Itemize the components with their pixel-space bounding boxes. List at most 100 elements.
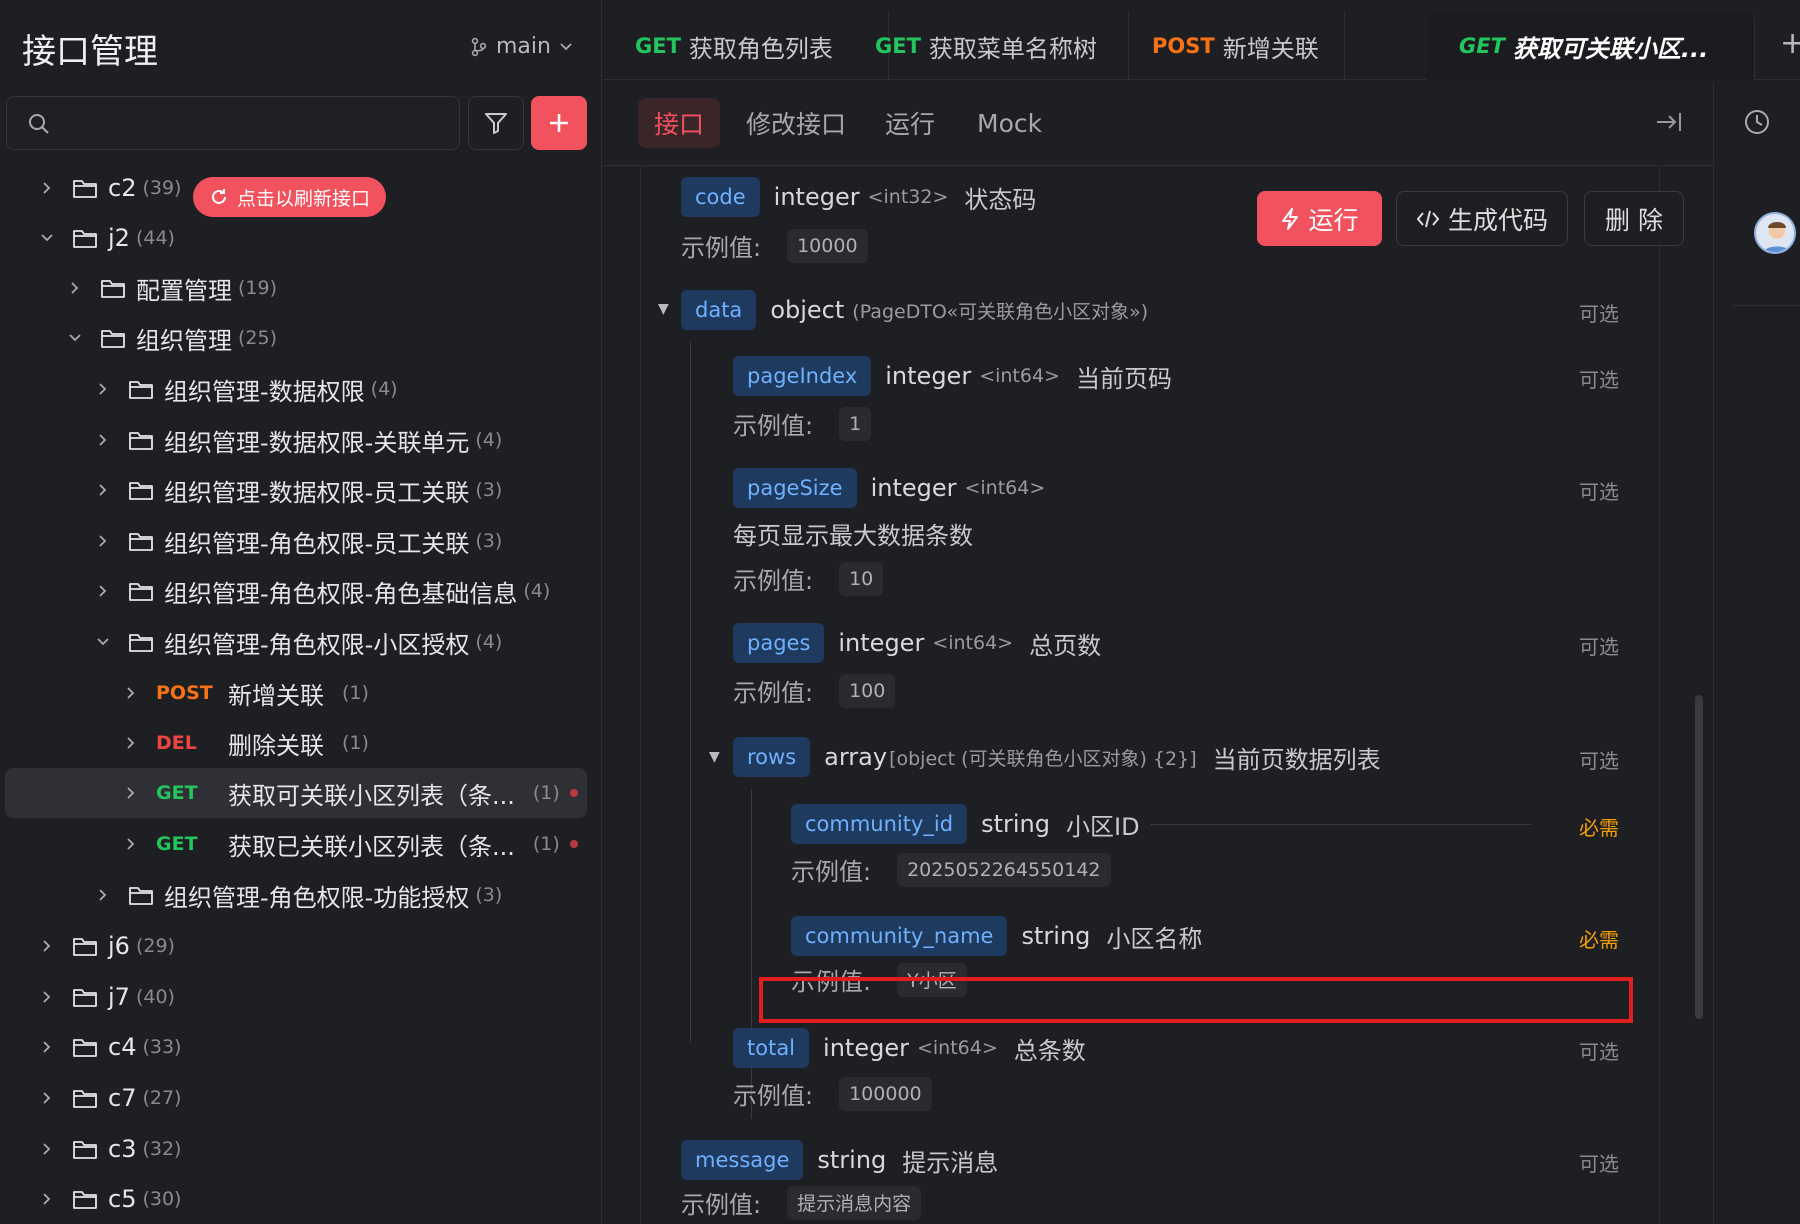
chevron-right-icon[interactable]	[40, 939, 54, 953]
field-description: 每页显示最大数据条数	[733, 522, 973, 550]
tree-api-item[interactable]: DEL 删除关联 (1)	[0, 718, 602, 768]
field-description: 状态码	[964, 185, 1037, 214]
example-row: 示例值: 1	[733, 406, 872, 441]
tree-folder-item[interactable]: c3 (32)	[0, 1124, 602, 1174]
tree-folder-item[interactable]: 组织管理 (25)	[0, 313, 602, 363]
chevron-right-icon[interactable]	[40, 1142, 54, 1156]
new-tab-button[interactable]: +	[1780, 26, 1800, 61]
folder-icon	[128, 580, 154, 602]
example-row: 示例值: 2025052264550142	[791, 852, 1111, 887]
tree-item-label: 组织管理-数据权限-员工关联	[164, 478, 470, 507]
field-name[interactable]: pageSize	[733, 468, 857, 508]
chevron-right-icon[interactable]	[68, 281, 82, 295]
tree-api-item[interactable]: GET 获取可关联小区列表（条... (1)	[5, 768, 587, 818]
tree-folder-item[interactable]: 配置管理 (19)	[0, 263, 602, 313]
chevron-right-icon[interactable]	[124, 837, 138, 851]
right-rail	[1713, 82, 1800, 1224]
tab-get-available-communities[interactable]: GET 获取可关联小区...	[1427, 12, 1755, 80]
tree-folder-item[interactable]: 组织管理-数据权限-关联单元 (4)	[0, 415, 602, 465]
chevron-right-icon[interactable]	[96, 888, 110, 902]
chevron-right-icon[interactable]	[40, 1040, 54, 1054]
subtab-run[interactable]: 运行	[869, 98, 951, 148]
example-row: 示例值: 提示消息内容	[681, 1185, 922, 1220]
field-name[interactable]: message	[681, 1140, 804, 1180]
field-description: 提示消息	[902, 1148, 999, 1177]
tree-folder-item[interactable]: 组织管理-数据权限-员工关联 (3)	[0, 465, 602, 515]
tree-item-label: 组织管理-数据权限-关联单元	[164, 428, 470, 457]
chevron-right-icon[interactable]	[40, 181, 54, 195]
subtab-api[interactable]: 接口	[638, 98, 721, 148]
chevron-down-icon[interactable]	[96, 635, 110, 649]
tree-folder-item[interactable]: c4 (33)	[0, 1022, 602, 1072]
field-description: 当前页码	[1075, 364, 1172, 393]
example-value: 2025052264550142	[897, 852, 1111, 887]
collapse-panel-icon[interactable]	[1655, 110, 1683, 134]
field-name[interactable]: rows	[733, 737, 811, 777]
search-input[interactable]	[59, 105, 449, 143]
tab-post-add-association[interactable]: POST 新增关联	[1120, 12, 1345, 80]
field-name[interactable]: pageIndex	[733, 356, 872, 396]
tree-folder-item[interactable]: 组织管理-角色权限-员工关联 (3)	[0, 516, 602, 566]
chevron-right-icon[interactable]	[124, 786, 138, 800]
field-format: <int32>	[867, 186, 949, 208]
search-box[interactable]	[6, 96, 460, 150]
tree-folder-item[interactable]: c5 (30)	[0, 1174, 602, 1224]
chevron-right-icon[interactable]	[124, 736, 138, 750]
field-name[interactable]: data	[681, 290, 757, 330]
chevron-right-icon[interactable]	[96, 433, 110, 447]
delete-button[interactable]: 删 除	[1584, 191, 1684, 246]
field-data: data object (PageDTO«可关联角色小区对象»)	[681, 290, 1148, 330]
tree-folder-item[interactable]: c7 (27)	[0, 1073, 602, 1123]
collapse-triangle-icon[interactable]: ▼	[658, 301, 669, 317]
tree-item-label: 组织管理-角色权限-小区授权	[164, 630, 470, 659]
chevron-right-icon[interactable]	[96, 483, 110, 497]
chevron-right-icon[interactable]	[96, 382, 110, 396]
chevron-right-icon[interactable]	[96, 534, 110, 548]
tree-folder-item[interactable]: 组织管理-角色权限-角色基础信息 (4)	[0, 566, 602, 616]
subtab-mock[interactable]: Mock	[961, 98, 1058, 148]
field-name[interactable]: code	[681, 177, 760, 217]
method-badge: GET	[1459, 34, 1505, 58]
tree-folder-item[interactable]: j7 (40)	[0, 972, 602, 1022]
branch-selector[interactable]: main	[470, 34, 573, 59]
tree-folder-item[interactable]: 组织管理-数据权限 (4)	[0, 364, 602, 414]
run-button[interactable]: 运行	[1257, 191, 1382, 246]
tree-item-label: j6	[108, 932, 130, 960]
example-value: 100	[839, 673, 896, 708]
field-name[interactable]: community_id	[791, 804, 968, 844]
field-name[interactable]: total	[733, 1028, 810, 1068]
refresh-apis-button[interactable]: 点击以刷新接口	[193, 177, 387, 217]
filter-button[interactable]	[468, 96, 524, 150]
example-row: 示例值: 10000	[681, 228, 868, 263]
subtab-edit[interactable]: 修改接口	[730, 98, 862, 148]
chevron-right-icon[interactable]	[40, 1091, 54, 1105]
example-label: 示例值:	[733, 679, 814, 707]
generate-code-button[interactable]: 生成代码	[1396, 191, 1568, 246]
tree-item-label: c4	[108, 1033, 137, 1061]
tree-folder-item[interactable]: j6 (29)	[0, 921, 602, 971]
field-name[interactable]: community_name	[791, 916, 1008, 956]
tree-folder-item[interactable]: j2 (44)	[0, 213, 602, 263]
chevron-right-icon[interactable]	[40, 1192, 54, 1206]
field-message: message string 提示消息	[681, 1140, 998, 1180]
tab-get-menu-tree[interactable]: GET 获取菜单名称树	[843, 12, 1129, 80]
chevron-down-icon[interactable]	[68, 331, 82, 345]
tree-folder-item[interactable]: 组织管理-角色权限-功能授权 (3)	[0, 870, 602, 920]
tree-api-item[interactable]: GET 获取已关联小区列表（条... (1)	[0, 819, 602, 869]
add-button[interactable]	[531, 96, 587, 150]
field-rows: rows array [object (可关联角色小区对象) {2}] 当前页数…	[733, 737, 1381, 777]
field-name[interactable]: pages	[733, 623, 825, 663]
chevron-right-icon[interactable]	[40, 990, 54, 1004]
chevron-right-icon[interactable]	[124, 686, 138, 700]
collapse-triangle-icon[interactable]: ▼	[709, 749, 720, 765]
chevron-down-icon[interactable]	[40, 231, 54, 245]
optional-badge: 可选	[1579, 635, 1619, 659]
history-icon[interactable]	[1743, 108, 1771, 136]
chevron-right-icon[interactable]	[96, 584, 110, 598]
scrollbar[interactable]	[1695, 695, 1703, 1019]
tree-api-item[interactable]: POST 新增关联 (1)	[0, 668, 602, 718]
tree-folder-item[interactable]: 组织管理-角色权限-小区授权 (4)	[0, 617, 602, 667]
field-description: 当前页数据列表	[1212, 745, 1381, 774]
avatar[interactable]	[1754, 212, 1796, 254]
example-value: 10000	[787, 228, 868, 263]
